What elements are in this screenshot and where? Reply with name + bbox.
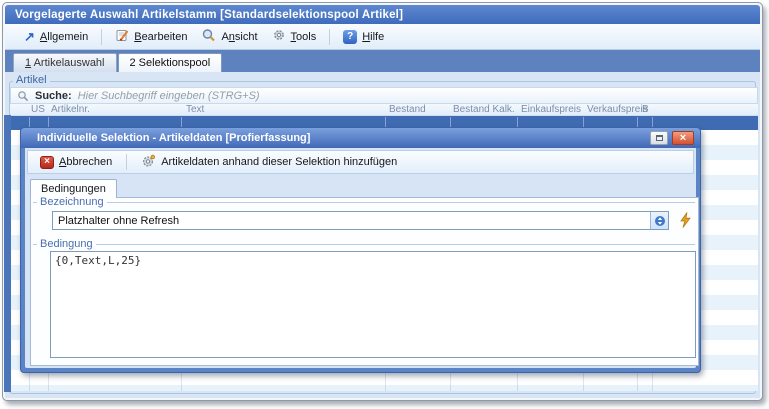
lightning-icon: [678, 212, 693, 228]
bedingung-textarea[interactable]: {0,Text,L,25}: [50, 251, 696, 358]
column-header-b[interactable]: B: [642, 104, 649, 115]
add-selection-icon: [141, 154, 156, 171]
menu-separator: [101, 29, 102, 45]
menu-item-hilfe[interactable]: ? Hilfe: [336, 27, 391, 47]
menu-item-bearbeiten[interactable]: Bearbeiten: [108, 25, 194, 48]
artikel-group-label: Artikel: [13, 74, 50, 86]
screen: Vorgelagerte Auswahl Artikelstamm [Stand…: [0, 0, 769, 409]
insert-placeholder-button[interactable]: [676, 211, 694, 229]
bedingung-group-label: Bedingung: [37, 238, 96, 250]
app-window: Vorgelagerte Auswahl Artikelstamm [Stand…: [2, 2, 763, 401]
toolbar-separator: [126, 154, 127, 170]
row-indicator-strip: [4, 115, 11, 392]
bezeichnung-combobox[interactable]: Platzhalter ohne Refresh: [52, 211, 669, 230]
arrow-up-right-icon: ↗: [24, 30, 35, 43]
search-bar: Suche:: [10, 87, 758, 104]
cancel-x-icon: ×: [40, 156, 54, 169]
dialog-body: × Abbrechen Artikeldaten anhand dieser S…: [25, 148, 696, 368]
column-header-us[interactable]: US: [31, 104, 45, 115]
bedingung-value: {0,Text,L,25}: [55, 254, 141, 267]
column-header-einkaufspreis[interactable]: Einkaufspreis: [521, 104, 581, 115]
tab-band: 1 Artikelauswahl 2 Selektionspool: [5, 50, 760, 72]
menu-item-tools[interactable]: Tools: [265, 25, 324, 48]
magnifier-icon: [201, 28, 216, 45]
gear-icon: [272, 28, 286, 45]
tab-selektionspool[interactable]: 2 Selektionspool: [118, 53, 223, 72]
close-icon: ×: [680, 133, 686, 144]
bezeichnung-group-label: Bezeichnung: [37, 196, 107, 208]
window-titlebar: Vorgelagerte Auswahl Artikelstamm [Stand…: [5, 5, 760, 24]
menu-separator: [329, 29, 330, 45]
bezeichnung-group-line: [33, 202, 695, 203]
restore-button[interactable]: [650, 131, 668, 145]
help-icon: ?: [343, 30, 357, 44]
dialog-titlebar: Individuelle Selektion - Artikeldaten [P…: [21, 128, 700, 148]
column-header-text[interactable]: Text: [186, 104, 204, 115]
column-header-artikelnr[interactable]: Artikelnr.: [51, 104, 90, 115]
add-selection-label: Artikeldaten anhand dieser Selektion hin…: [161, 156, 397, 168]
bezeichnung-value: Platzhalter ohne Refresh: [53, 215, 650, 227]
search-label: Suche:: [35, 90, 72, 102]
grid-header: US Artikelnr. Text Bestand Bestand Kalk.…: [10, 104, 758, 116]
updown-arrows-icon: [654, 215, 666, 227]
dialog-toolbar: × Abbrechen Artikeldaten anhand dieser S…: [27, 150, 694, 174]
combobox-dropdown-button[interactable]: [650, 212, 668, 229]
search-input[interactable]: [78, 90, 757, 102]
menubar: ↗ Allgemein Bearbeiten Ansicht T: [5, 24, 760, 50]
column-header-bestand[interactable]: Bestand: [389, 104, 426, 115]
search-icon: [17, 90, 29, 102]
dialog-title: Individuelle Selektion - Artikeldaten [P…: [37, 132, 310, 144]
restore-icon: [656, 135, 663, 141]
cancel-button[interactable]: × Abbrechen: [34, 154, 118, 171]
add-selection-button[interactable]: Artikeldaten anhand dieser Selektion hin…: [135, 152, 403, 173]
bedingungen-panel: Bezeichnung Platzhalter ohne Refresh Bed…: [30, 197, 699, 366]
menu-item-ansicht[interactable]: Ansicht: [194, 25, 264, 48]
dialog-window-buttons: ×: [650, 131, 694, 145]
column-header-bestand-kalk[interactable]: Bestand Kalk.: [453, 104, 515, 115]
edit-notepad-icon: [115, 28, 129, 45]
close-button[interactable]: ×: [672, 131, 694, 145]
column-header-verkaufspreis[interactable]: Verkaufspreis: [587, 104, 648, 115]
menu-item-allgemein[interactable]: ↗ Allgemein: [17, 27, 95, 46]
tab-artikelauswahl[interactable]: 1 Artikelauswahl: [13, 53, 117, 72]
selection-dialog: Individuelle Selektion - Artikeldaten [P…: [20, 127, 701, 373]
window-title: Vorgelagerte Auswahl Artikelstamm [Stand…: [15, 9, 403, 21]
bedingung-group-line: [33, 244, 695, 245]
